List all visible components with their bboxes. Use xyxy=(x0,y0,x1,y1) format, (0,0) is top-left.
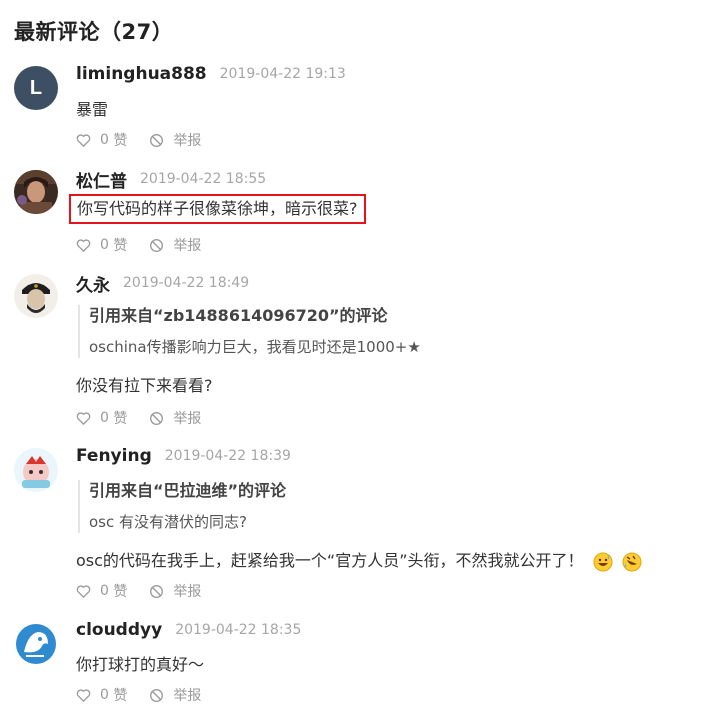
like-label: 赞 xyxy=(113,688,128,704)
quoted-comment: 引用来自“zb1488614096720”的评论 oschina传播影响力巨大，… xyxy=(78,305,649,358)
ban-circle-icon xyxy=(150,133,164,147)
ban-circle-icon xyxy=(150,584,164,598)
comment-time: 2019-04-22 19:13 xyxy=(219,66,346,82)
report-button[interactable]: 举报 xyxy=(149,130,201,150)
comment-content: 你打球打的真好～ xyxy=(76,655,205,674)
section-title: 最新评论（27） xyxy=(14,20,174,44)
ban-circle-icon xyxy=(150,238,164,252)
like-button[interactable]: 0 赞 xyxy=(76,130,127,150)
like-count: 0 xyxy=(100,583,109,599)
avatar-image xyxy=(14,170,58,214)
comment-header: liminghua888 2019-04-22 19:13 xyxy=(76,63,346,85)
avatar[interactable] xyxy=(14,274,58,318)
like-button[interactable]: 0 赞 xyxy=(76,235,127,255)
comment-actions: 0 赞 举报 xyxy=(76,581,223,601)
avatar-image xyxy=(14,274,58,318)
comment-author[interactable]: clouddyy xyxy=(76,620,162,640)
comment-header: 松仁普 2019-04-22 18:55 xyxy=(76,167,267,192)
report-label: 举报 xyxy=(173,411,202,427)
report-button[interactable]: 举报 xyxy=(149,408,201,428)
comment-author[interactable]: Fenying xyxy=(76,446,152,466)
heart-outline-icon xyxy=(76,238,91,252)
comment-actions: 0 赞 举报 xyxy=(76,685,223,705)
heart-outline-icon xyxy=(76,584,91,598)
comment-text: osc的代码在我手上，赶紧给我一个“官方人员”头衔，不然我就公开了！ xyxy=(76,551,584,570)
like-count: 0 xyxy=(100,132,109,148)
report-button[interactable]: 举报 xyxy=(149,235,201,255)
report-label: 举报 xyxy=(173,584,202,600)
avatar-image xyxy=(14,622,58,666)
grinning-sweat-emoji xyxy=(593,552,613,571)
quote-title: 引用来自“zb1488614096720”的评论 xyxy=(89,306,388,325)
report-label: 举报 xyxy=(173,688,202,704)
quote-body: oschina传播影响力巨大，我看见时还是1000+★ xyxy=(89,338,421,356)
avatar[interactable] xyxy=(14,170,58,214)
comment-time: 2019-04-22 18:35 xyxy=(175,622,302,638)
comment-actions: 0 赞 举报 xyxy=(76,235,223,255)
heart-outline-icon xyxy=(76,411,91,425)
comment-content: 暴雷 xyxy=(76,100,109,119)
avatar-letter: L xyxy=(29,76,43,99)
heart-outline-icon xyxy=(76,688,91,702)
like-label: 赞 xyxy=(113,133,128,149)
ban-circle-icon xyxy=(150,688,164,702)
report-label: 举报 xyxy=(173,133,202,149)
comment-author[interactable]: 松仁普 xyxy=(76,167,127,192)
report-button[interactable]: 举报 xyxy=(149,685,201,705)
avatar[interactable] xyxy=(14,448,58,492)
avatar[interactable] xyxy=(14,622,58,666)
avatar-image xyxy=(14,448,58,492)
comment-actions: 0 赞 举报 xyxy=(76,130,223,150)
comment-content: osc的代码在我手上，赶紧给我一个“官方人员”头衔，不然我就公开了！ xyxy=(76,550,642,572)
rolling-laughing-emoji xyxy=(622,552,642,571)
like-button[interactable]: 0 赞 xyxy=(76,581,127,601)
avatar[interactable]: L xyxy=(14,66,58,110)
ban-circle-icon xyxy=(150,411,164,425)
comment-time: 2019-04-22 18:39 xyxy=(164,448,291,464)
comment-content: 你写代码的样子很像菜徐坤，暗示很菜? xyxy=(69,194,366,224)
like-button[interactable]: 0 赞 xyxy=(76,408,127,428)
like-button[interactable]: 0 赞 xyxy=(76,685,127,705)
quoted-comment: 引用来自“巴拉迪维”的评论 osc 有没有潜伏的同志? xyxy=(78,480,649,533)
comment-header: 久永 2019-04-22 18:49 xyxy=(76,271,250,296)
report-label: 举报 xyxy=(173,238,202,254)
comment-header: Fenying 2019-04-22 18:39 xyxy=(76,445,291,467)
comment-author[interactable]: 久永 xyxy=(76,271,110,296)
comment-author[interactable]: liminghua888 xyxy=(76,64,207,84)
comment-time: 2019-04-22 18:49 xyxy=(123,275,250,291)
like-count: 0 xyxy=(100,410,109,426)
quote-title: 引用来自“巴拉迪维”的评论 xyxy=(89,481,287,500)
quote-body: osc 有没有潜伏的同志? xyxy=(89,513,247,531)
like-count: 0 xyxy=(100,237,109,253)
comment-actions: 0 赞 举报 xyxy=(76,408,223,428)
heart-outline-icon xyxy=(76,133,91,147)
like-label: 赞 xyxy=(113,238,128,254)
like-label: 赞 xyxy=(113,584,128,600)
like-label: 赞 xyxy=(113,411,128,427)
comment-header: clouddyy 2019-04-22 18:35 xyxy=(76,619,301,641)
comment-content: 你没有拉下来看看? xyxy=(76,376,213,395)
report-button[interactable]: 举报 xyxy=(149,581,201,601)
comment-time: 2019-04-22 18:55 xyxy=(140,171,267,187)
